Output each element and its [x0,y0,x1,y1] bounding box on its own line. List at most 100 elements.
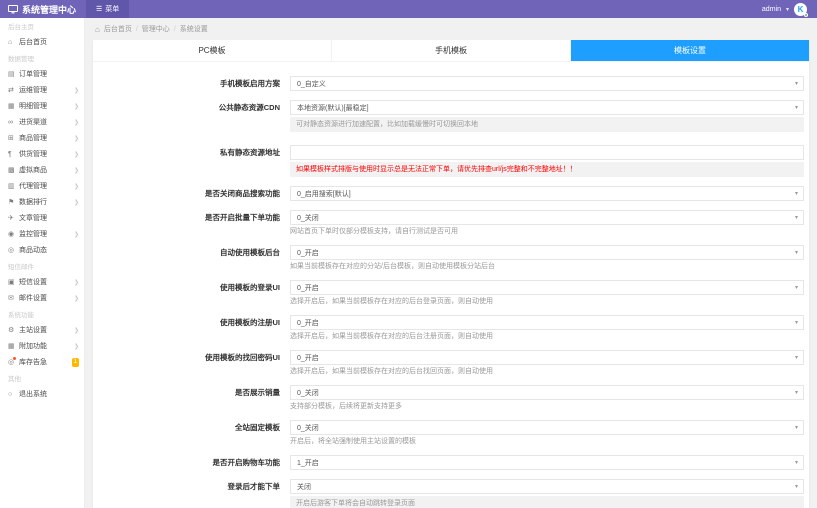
sidebar-item-label: 后台首页 [19,39,47,46]
select-template-login-ui[interactable]: 0_开启 ▾ [290,280,804,295]
sidebar-item-明细管理[interactable]: ▦ 明细管理 ❯ [0,98,84,114]
form-row-auto-template-admin: 自动使用模板后台 0_开启 ▾ 如果当前模板存在对应的分站/后台模板，则自动使用模板分… [93,245,804,271]
select-value: 0_关闭 [297,424,319,432]
hamburger-icon: ☰ [96,6,103,13]
form-row-template-login-ui: 使用模板的登录UI 0_开启 ▾ 选择开启后，如果当前模板存在对应的后台登录页面，则自… [93,280,804,306]
sidebar: 后台主页 ⌂ 后台首页 数据管理 ▤ 订单管理 ⇄ 运维管理 ❯ ▦ 明细管理 ❯ ∞ 进货渠道 ❯ ⊞ 商品管… [0,18,85,508]
input-private-static-url[interactable] [290,145,804,160]
sidebar-item-进货渠道[interactable]: ∞ 进货渠道 ❯ [0,114,84,130]
select-site-fixed-template[interactable]: 0_关闭 ▾ [290,420,804,435]
form-label-login-required-order: 登录后才能下单 [227,482,281,491]
main-area: ⌂ 后台首页 / 管理中心 / 系统设置 PC模板 手机模板 模板设置 手机模板… [85,18,817,508]
chevron-down-icon: ▾ [785,6,789,13]
message-icon: ▣ [8,279,15,286]
sidebar-item-监控管理[interactable]: ◉ 监控管理 ❯ [0,226,84,242]
form-hint-template-login-ui: 选择开启后，如果当前模板存在对应的后台登录页面，则自动使用 [290,298,493,305]
select-batch-order[interactable]: 0_关闭 ▾ [290,210,804,225]
tab-template-settings[interactable]: 模板设置 [571,40,809,61]
select-value: 本地资源(默认)[最稳定] [297,104,369,112]
sidebar-item-库存告急[interactable]: ◎ 库存告急 1 [0,354,84,370]
form-label-batch-order: 是否开启批量下单功能 [205,213,280,222]
sidebar-item-附加功能[interactable]: ▦ 附加功能 ❯ [0,338,84,354]
tab-mobile-template[interactable]: 手机模板 [332,40,571,61]
form-control-close-search: 0_启用搜索[默认] ▾ [290,186,804,201]
sidebar-section-label: 后台主页 [8,24,34,31]
sidebar-item-虚拟商品[interactable]: ▩ 虚拟商品 ❯ [0,162,84,178]
select-public-cdn[interactable]: 本地资源(默认)[最稳定] ▾ [290,100,804,115]
bell-alert-icon: ◎ [8,357,16,366]
form-label-auto-template-admin: 自动使用模板后台 [220,248,280,257]
header-menu-button[interactable]: ☰ 菜单 [86,0,130,18]
header-menu-label: 菜单 [105,6,120,13]
select-auto-template-admin[interactable]: 0_开启 ▾ [290,245,804,260]
chevron-down-icon: ▾ [794,389,798,396]
sidebar-item-运维管理[interactable]: ⇄ 运维管理 ❯ [0,82,84,98]
form-label-template-register-ui: 使用模板的注册UI [220,318,280,327]
sidebar-item-退出系统[interactable]: ○ 退出系统 [0,386,84,402]
select-show-sales[interactable]: 0_关闭 ▾ [290,385,804,400]
form-row-private-static-url: 私有静态资源地址 如果模板样式排版与使用时显示总是无法正常下单，请优先排查url/… [93,145,804,177]
form-label-show-sales: 是否展示销量 [235,388,280,397]
avatar-letter: K [797,4,804,14]
form-label-mobile-template-scheme: 手机模板启用方案 [220,79,280,88]
form-label-template-login-ui: 使用模板的登录UI [220,283,280,292]
chevron-down-icon: ▾ [794,459,798,466]
select-mobile-template-scheme[interactable]: 0_自定义 ▾ [290,76,804,91]
form-row-public-cdn: 公共静态资源CDN 本地资源(默认)[最稳定] ▾ 可对静态资源进行加速配置，比如加载… [93,100,804,132]
sidebar-item-邮件设置[interactable]: ✉ 邮件设置 ❯ [0,290,84,306]
chevron-right-icon: ❯ [73,343,79,350]
select-value: 1_开启 [297,459,319,467]
sidebar-item-供货管理[interactable]: ¶ 供货管理 ❯ [0,146,84,162]
form-control-site-fixed-template: 0_关闭 ▾ 开启后，将全站强制使用主站设置的模板 [290,420,804,446]
breadcrumb-item-center[interactable]: 管理中心 [142,24,170,34]
chevron-right-icon: ❯ [73,199,79,206]
select-login-required-order[interactable]: 关闭 ▾ [290,479,804,494]
form-label-template-findpwd-ui: 使用模板的找回密码UI [205,353,280,362]
sidebar-item-label: 运维管理 [19,87,47,94]
select-close-search[interactable]: 0_启用搜索[默认] ▾ [290,186,804,201]
chevron-down-icon: ▾ [794,483,798,490]
breadcrumb-item-home[interactable]: 后台首页 [104,24,132,34]
chevron-down-icon: ▾ [794,190,798,197]
form-control-auto-template-admin: 0_开启 ▾ 如果当前模板存在对应的分站/后台模板，则自动使用模板分站后台 [290,245,804,271]
sidebar-item-订单管理[interactable]: ▤ 订单管理 [0,66,84,82]
chevron-right-icon: ❯ [73,119,79,126]
link-icon: ∞ [8,118,13,126]
select-template-findpwd-ui[interactable]: 0_开启 ▾ [290,350,804,365]
chevron-right-icon: ❯ [73,295,79,302]
form-row-mobile-template-scheme: 手机模板启用方案 0_自定义 ▾ [93,76,804,91]
username: admin [761,5,781,13]
chevron-down-icon: ▾ [794,354,798,361]
sidebar-item-后台首页[interactable]: ⌂ 后台首页 [0,34,84,50]
form-hint-batch-order: 网站首页下单时仅部分模板支持，请自行测试是否可用 [290,228,458,235]
calendar-icon: ▦ [8,343,15,350]
form-control-template-login-ui: 0_开启 ▾ 选择开启后，如果当前模板存在对应的后台登录页面，则自动使用 [290,280,804,306]
top-header: 系统管理中心 ☰ 菜单 admin ▾ K [0,0,817,18]
select-value: 0_开启 [297,284,319,292]
sidebar-item-label: 数据排行 [19,199,47,206]
sidebar-item-商品动态[interactable]: ◎ 商品动态 [0,242,84,258]
truck-icon: ⇄ [8,87,14,94]
sidebar-item-label: 监控管理 [19,231,47,238]
sidebar-item-文章管理[interactable]: ✈ 文章管理 [0,210,84,226]
online-status-dot [804,12,808,17]
sidebar-item-label: 文章管理 [19,215,47,222]
select-template-register-ui[interactable]: 0_开启 ▾ [290,315,804,330]
sidebar-item-数据排行[interactable]: ⚑ 数据排行 ❯ [0,194,84,210]
select-cart-enable[interactable]: 1_开启 ▾ [290,455,804,470]
form-hint-template-register-ui: 选择开启后，如果当前模板存在对应的后台注册页面，则自动使用 [290,333,493,340]
tab-pc-template[interactable]: PC模板 [93,40,332,61]
avatar[interactable]: K [794,2,808,17]
user-dropdown[interactable]: admin ▾ K [761,2,817,17]
sidebar-item-短信设置[interactable]: ▣ 短信设置 ❯ [0,274,84,290]
chevron-right-icon: ❯ [73,103,79,110]
sidebar-item-商品管理[interactable]: ⊞ 商品管理 ❯ [0,130,84,146]
form-hint-site-fixed-template: 开启后，将全站强制使用主站设置的模板 [290,438,416,445]
sidebar-item-代理管理[interactable]: ▥ 代理管理 ❯ [0,178,84,194]
form-row-template-findpwd-ui: 使用模板的找回密码UI 0_开启 ▾ 选择开启后，如果当前模板存在对应的后台找回页面，… [93,350,804,376]
chevron-down-icon: ▾ [794,284,798,291]
cart-icon: ⊞ [8,135,14,142]
form-label-private-static-url: 私有静态资源地址 [220,148,280,157]
sidebar-item-主站设置[interactable]: ⚙ 主站设置 ❯ [0,322,84,338]
chevron-down-icon: ▾ [794,214,798,221]
